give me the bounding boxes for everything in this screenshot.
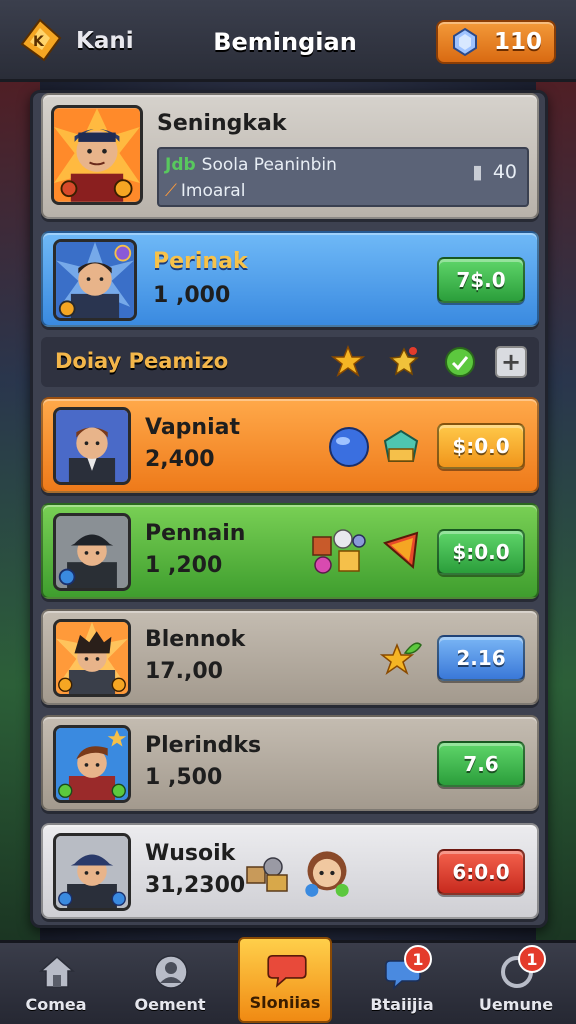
star-icon[interactable] [331, 345, 365, 379]
home-icon [39, 956, 75, 988]
player-avatar [53, 239, 137, 321]
buy-button[interactable]: 6:0.0 [437, 849, 525, 895]
player-card[interactable]: Perinak 1 ,000 7$.0 [41, 231, 539, 327]
kite-shield-icon[interactable] [379, 529, 423, 573]
player-name: Plerindks [145, 733, 262, 758]
nav-label: Sloniias [249, 993, 321, 1012]
featured-avatar [51, 105, 143, 205]
featured-card[interactable]: Seningkak Jdb Soola Peaninbin ⟋ Imoaral ▮ 4… [41, 93, 539, 219]
featured-subtext: Soola Peaninbin [201, 155, 337, 175]
flame-icon: ⟋ [165, 181, 177, 201]
player-score: 1 ,200 [145, 553, 223, 578]
leaderboard-panel: Seningkak Jdb Soola Peaninbin ⟋ Imoaral ▮ 4… [30, 90, 548, 928]
item-bundle-icon[interactable] [309, 527, 369, 577]
buy-button[interactable]: $:0.0 [437, 423, 525, 469]
puzzle-star-icon[interactable] [387, 345, 421, 379]
buy-button[interactable]: 2.16 [437, 635, 525, 681]
player-score: 2,400 [145, 447, 215, 472]
player-name: Pennain [145, 521, 246, 546]
player-score: 1 ,000 [153, 283, 231, 308]
bottom-navigation: Comea Oement Sloniias 1 Btaiijia 1 Uemun… [0, 937, 576, 1024]
character-portrait-icon[interactable] [301, 847, 353, 899]
featured-name: Seningkak [157, 111, 287, 136]
player-card[interactable]: Vapniat 2,400 $:0.0 [41, 397, 539, 493]
nav-label: Btaiijia [370, 995, 434, 1014]
star-leaf-icon[interactable] [379, 637, 423, 681]
player-card[interactable]: Wusoik 31,2300 6:0.0 [41, 823, 539, 919]
player-avatar [53, 619, 131, 697]
player-name: Perinak [153, 249, 248, 274]
player-avatar [53, 725, 131, 803]
profile-icon [154, 955, 188, 989]
chat-bubble-icon [267, 955, 307, 988]
buy-button[interactable]: 7.6 [437, 741, 525, 787]
currency-value: 110 [494, 29, 543, 55]
currency-counter[interactable]: 110 [436, 20, 556, 64]
player-avatar [53, 407, 131, 485]
featured-count: ▮ 40 [472, 161, 517, 183]
player-score: 17.,00 [145, 659, 223, 684]
player-score: 1 ,500 [145, 765, 223, 790]
notification-badge: 1 [404, 945, 432, 973]
daily-section-header: Doiay Peamizo + [41, 337, 539, 387]
player-name: Vapniat [145, 415, 240, 440]
nav-label: Uemune [478, 995, 554, 1014]
nav-item-active[interactable]: Sloniias [238, 937, 332, 1023]
player-name: Wusoik [145, 841, 236, 866]
header-left-label[interactable]: Kani [76, 28, 134, 54]
game-logo-icon[interactable]: K [18, 18, 62, 62]
blue-orb-icon[interactable] [327, 425, 371, 469]
featured-subline: Imoaral [180, 181, 246, 201]
notification-badge: 1 [518, 945, 546, 973]
gem-chest-icon[interactable] [379, 425, 423, 469]
player-avatar [53, 833, 131, 911]
add-button[interactable]: + [495, 346, 527, 378]
nav-label: Comea [25, 995, 87, 1014]
nav-item-profile[interactable]: Oement [120, 943, 220, 1024]
player-card[interactable]: Pennain 1 ,200 $:0.0 [41, 503, 539, 599]
ore-pile-icon[interactable] [243, 851, 291, 895]
nav-label: Oement [134, 995, 206, 1014]
buy-button[interactable]: 7$.0 [437, 257, 525, 303]
featured-details: Jdb Soola Peaninbin ⟋ Imoaral ▮ 40 [157, 147, 529, 207]
player-card[interactable]: Plerindks 1 ,500 7.6 [41, 715, 539, 811]
section-title: Doiay Peamizo [55, 349, 229, 373]
nav-item-refresh[interactable]: 1 Uemune [466, 943, 566, 1024]
nav-item-home[interactable]: Comea [6, 943, 106, 1024]
edit-icon[interactable]: ▮ [472, 161, 482, 183]
player-card[interactable]: Blennok 17.,00 2.16 [41, 609, 539, 705]
page-title: Bemingian [213, 28, 357, 56]
nav-item-messages[interactable]: 1 Btaiijia [352, 943, 452, 1024]
buy-button[interactable]: $:0.0 [437, 529, 525, 575]
player-name: Blennok [145, 627, 246, 652]
player-avatar [53, 513, 131, 591]
check-icon[interactable] [443, 345, 477, 379]
player-score: 31,2300 [145, 873, 246, 898]
svg-text:K: K [33, 34, 45, 50]
gem-icon [453, 27, 477, 57]
top-bar: K Kani Bemingian 110 [0, 0, 576, 82]
featured-tag: Jdb [165, 155, 196, 175]
